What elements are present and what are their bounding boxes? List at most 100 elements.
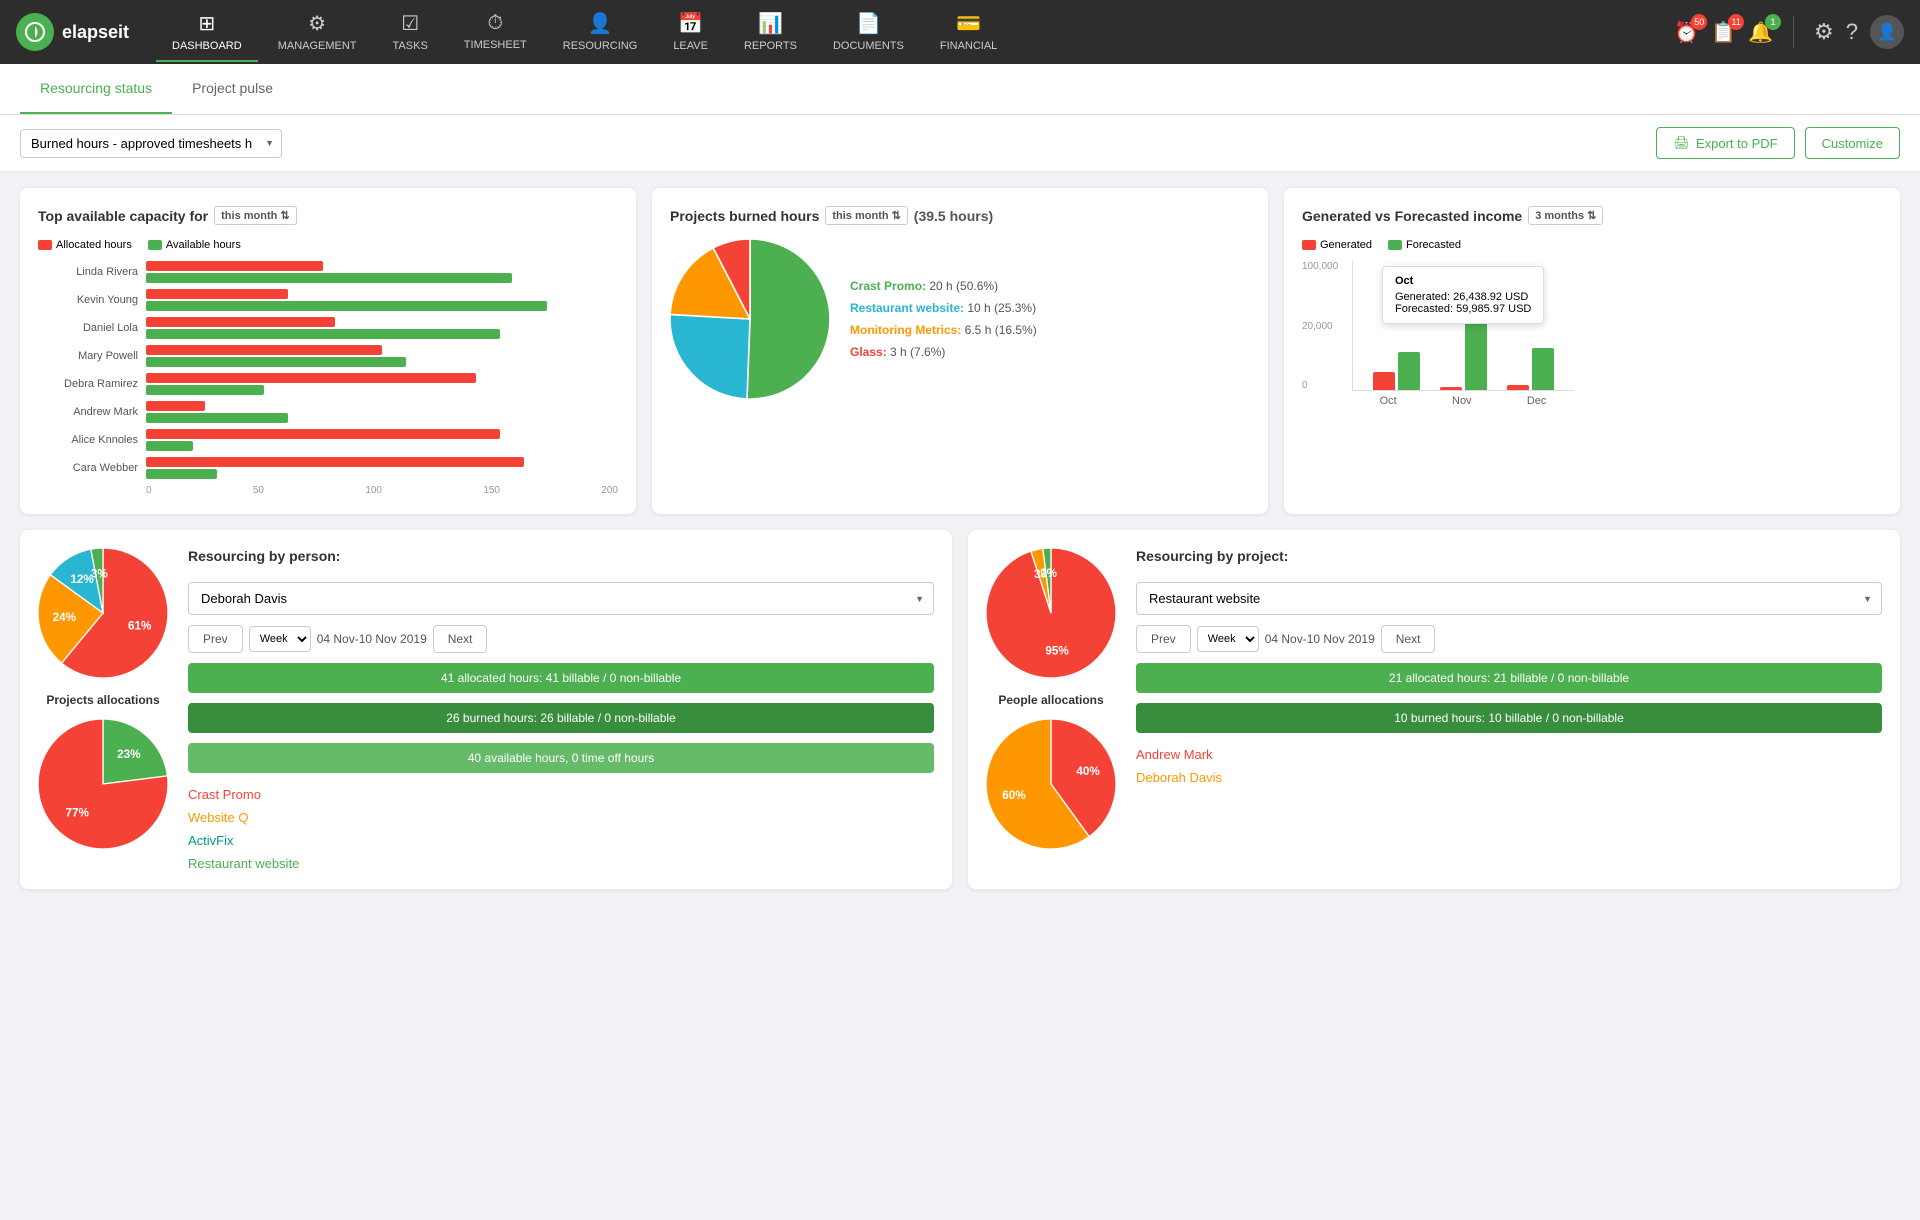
burned-hours-select[interactable]: Burned hours - approved timesheets h: [20, 129, 282, 158]
notification-badge-button[interactable]: 🔔 1: [1748, 20, 1773, 45]
gen-title: Generated vs Forecasted income 3 months …: [1302, 206, 1882, 225]
nav-dashboard-label: DASHBOARD: [172, 40, 242, 52]
svg-text:40%: 40%: [1076, 765, 1100, 778]
person-pie1-title: Projects allocations: [46, 693, 159, 707]
available-bar: [146, 469, 217, 479]
nav-management[interactable]: ⚙ MANAGEMENT: [262, 3, 373, 62]
person-period-selector[interactable]: Week: [249, 626, 311, 652]
person-prev-button[interactable]: Prev: [188, 625, 243, 653]
notification-badge: 1: [1765, 14, 1781, 30]
project-week-nav: Prev Week 04 Nov-10 Nov 2019 Next: [1136, 625, 1882, 653]
nav-documents[interactable]: 📄 DOCUMENTS: [817, 3, 920, 62]
project-select[interactable]: Restaurant website: [1136, 582, 1882, 615]
legend-allocated: Allocated hours: [38, 239, 132, 251]
person-next-button[interactable]: Next: [433, 625, 488, 653]
project-date-range: 04 Nov-10 Nov 2019: [1265, 632, 1375, 646]
tooltip-forecasted: Forecasted: 59,985.97 USD: [1395, 303, 1531, 315]
project-prev-button[interactable]: Prev: [1136, 625, 1191, 653]
nav-leave[interactable]: 📅 LEAVE: [657, 3, 724, 62]
project-link-crast[interactable]: Crast Promo: [188, 787, 934, 802]
capacity-axis: 0 50 100 150 200: [38, 485, 618, 496]
nav-dashboard[interactable]: ⊞ DASHBOARD: [156, 3, 258, 62]
allocated-bar: [146, 317, 335, 327]
svg-text:2%: 2%: [1040, 567, 1058, 580]
gen-chart-wrapper: 100,000 20,000 0 Oct Generated: 26,438.9…: [1352, 261, 1882, 407]
user-avatar[interactable]: 👤: [1870, 15, 1904, 49]
gen-period-badge[interactable]: 3 months ⇅: [1528, 206, 1603, 225]
project-link-activfix[interactable]: ActivFix: [188, 833, 934, 848]
legend-available: Available hours: [148, 239, 241, 251]
top-navigation: elapseit ⊞ DASHBOARD ⚙ MANAGEMENT ☑ TASK…: [0, 0, 1920, 64]
settings-button[interactable]: ⚙: [1814, 19, 1834, 45]
person-week-nav: Prev Week 04 Nov-10 Nov 2019 Next: [188, 625, 934, 653]
available-bar: [146, 413, 288, 423]
burned-legend-item: Crast Promo: 20 h (50.6%): [850, 279, 1037, 293]
export-pdf-button[interactable]: 🖨 Export to PDF: [1656, 127, 1794, 159]
help-button[interactable]: ?: [1846, 19, 1858, 45]
top-row-cards: Top available capacity for this month ⇅ …: [20, 188, 1900, 514]
person-stat1: 41 allocated hours: 41 billable / 0 non-…: [188, 663, 934, 693]
nav-divider: [1793, 16, 1794, 48]
project-next-button[interactable]: Next: [1381, 625, 1436, 653]
generated-bar: [1507, 385, 1529, 390]
svg-text:77%: 77%: [66, 806, 90, 819]
capacity-bar-row: Debra Ramirez: [38, 373, 618, 395]
project-period-selector[interactable]: Week: [1197, 626, 1259, 652]
project-select-wrap[interactable]: Restaurant website: [1136, 582, 1882, 615]
nav-menu: ⊞ DASHBOARD ⚙ MANAGEMENT ☑ TASKS ⏱ TIMES…: [156, 3, 1674, 62]
toolbar: Burned hours - approved timesheets h 🖨 E…: [0, 115, 1920, 172]
burned-hours-dropdown-wrap[interactable]: Burned hours - approved timesheets h: [20, 129, 282, 158]
gen-x-labels: OctNovDec: [1352, 395, 1574, 407]
allocated-bar: [146, 373, 476, 383]
project-pie1: 95%3%2%: [986, 548, 1116, 678]
available-bar: [146, 357, 406, 367]
nav-timesheet[interactable]: ⏱ TIMESHEET: [448, 4, 543, 61]
project-link-restaurant[interactable]: Restaurant website: [188, 856, 934, 871]
allocated-bar: [146, 261, 323, 271]
resourcing-person-card: 61%24%12%3% Projects allocations 23%77% …: [20, 530, 952, 889]
project-pie1-title: People allocations: [998, 693, 1103, 707]
person-pie1: 61%24%12%3%: [38, 548, 168, 678]
project-section-title: Resourcing by project:: [1136, 548, 1882, 564]
capacity-legend: Allocated hours Available hours: [38, 239, 618, 251]
people-link-deborah[interactable]: Deborah Davis: [1136, 770, 1882, 785]
tab-resourcing-status[interactable]: Resourcing status: [20, 64, 172, 114]
nav-financial[interactable]: 💳 FINANCIAL: [924, 3, 1013, 62]
customize-button[interactable]: Customize: [1805, 127, 1900, 159]
legend-generated: Generated: [1302, 239, 1372, 251]
dashboard-icon: ⊞: [198, 11, 215, 36]
nav-reports-label: REPORTS: [744, 40, 797, 52]
gen-bar-group: [1373, 352, 1420, 390]
nav-reports[interactable]: 📊 REPORTS: [728, 3, 813, 62]
logo-area[interactable]: elapseit: [16, 13, 156, 51]
project-people-links: Andrew Mark Deborah Davis: [1136, 747, 1882, 785]
people-link-andrew[interactable]: Andrew Mark: [1136, 747, 1882, 762]
tooltip-month: Oct: [1395, 275, 1531, 287]
logo-icon: [16, 13, 54, 51]
svg-text:95%: 95%: [1045, 645, 1069, 658]
available-bar: [146, 273, 512, 283]
nav-tasks[interactable]: ☑ TASKS: [377, 3, 444, 62]
export-label: Export to PDF: [1696, 136, 1778, 151]
person-pie1-wrap: 61%24%12%3%: [38, 548, 168, 681]
nav-timesheet-label: TIMESHEET: [464, 39, 527, 51]
project-link-websiteq[interactable]: Website Q: [188, 810, 934, 825]
burned-period-badge[interactable]: this month ⇅: [825, 206, 907, 225]
nav-resourcing[interactable]: 👤 RESOURCING: [547, 3, 654, 62]
allocated-dot: [38, 240, 52, 250]
nav-right-controls: ⏰ 50 📋 11 🔔 1 ⚙ ? 👤: [1674, 15, 1904, 49]
person-select-wrap[interactable]: Deborah Davis: [188, 582, 934, 615]
tab-project-pulse[interactable]: Project pulse: [172, 64, 293, 114]
resourcing-icon: 👤: [588, 11, 613, 36]
toolbar-actions: 🖨 Export to PDF Customize: [1656, 127, 1900, 159]
burned-pie-container: Crast Promo: 20 h (50.6%)Restaurant webs…: [670, 239, 1250, 399]
capacity-period-badge[interactable]: this month ⇅: [214, 206, 296, 225]
calendar-badge-button[interactable]: 📋 11: [1711, 20, 1736, 45]
burned-legend-item: Glass: 3 h (7.6%): [850, 345, 1037, 359]
svg-text:3%: 3%: [91, 567, 109, 580]
available-bar: [146, 301, 547, 311]
main-content: Top available capacity for this month ⇅ …: [0, 172, 1920, 905]
timer-badge-button[interactable]: ⏰ 50: [1674, 20, 1699, 45]
leave-icon: 📅: [678, 11, 703, 36]
person-select[interactable]: Deborah Davis: [188, 582, 934, 615]
